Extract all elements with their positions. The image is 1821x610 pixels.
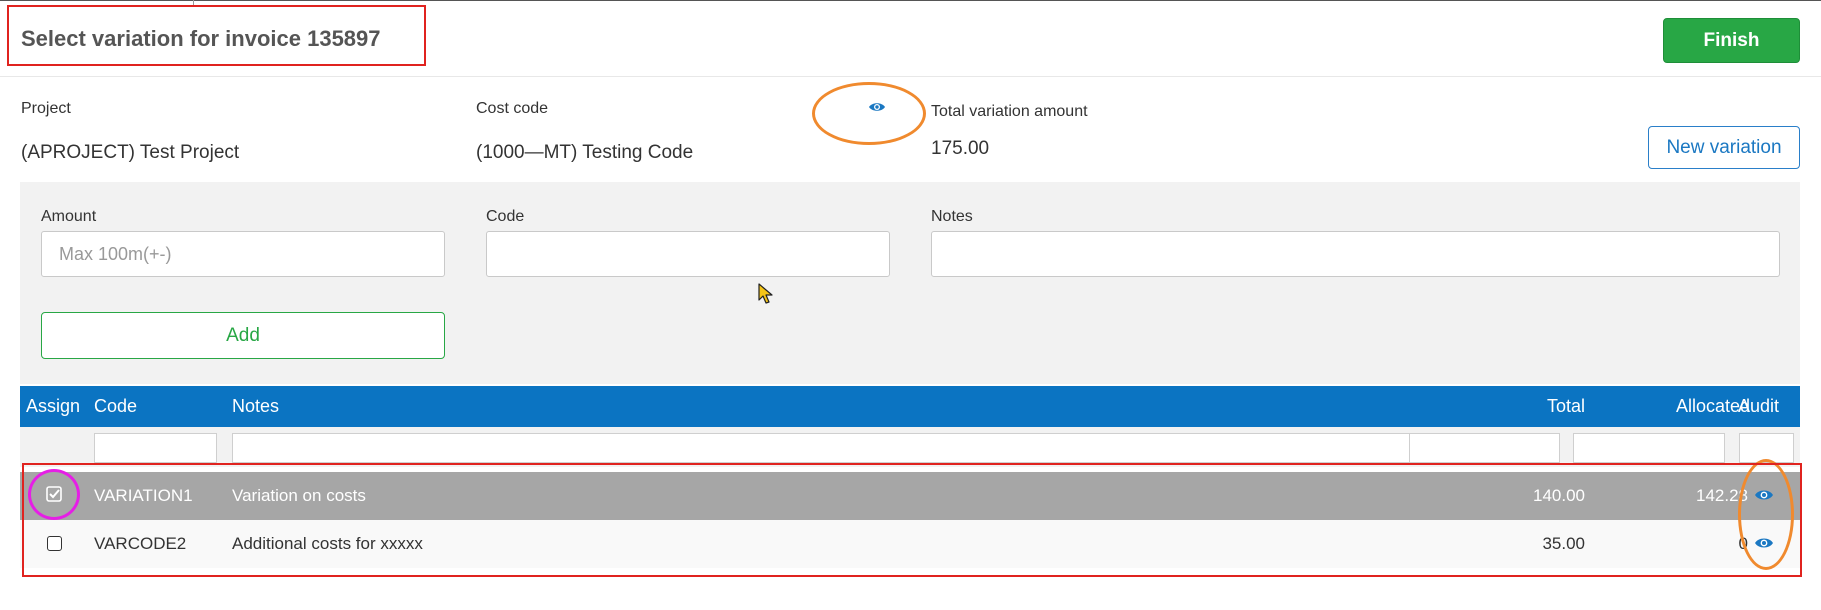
- annotation-oval-eye: [812, 82, 926, 145]
- table-header: Assign Code Notes Total Allocated Audit: [20, 386, 1800, 427]
- code-input[interactable]: [486, 231, 890, 277]
- total-filter-input[interactable]: [1409, 433, 1560, 463]
- finish-button[interactable]: Finish: [1663, 18, 1800, 63]
- notes-input[interactable]: [931, 231, 1780, 277]
- code-filter-input[interactable]: [94, 433, 217, 463]
- new-variation-button[interactable]: New variation: [1648, 126, 1800, 169]
- total-variation-label: Total variation amount: [931, 103, 1088, 120]
- header-divider: [0, 76, 1821, 77]
- column-header-total[interactable]: Total: [1400, 386, 1585, 427]
- allocated-filter-input[interactable]: [1573, 433, 1725, 463]
- column-header-allocated[interactable]: Allocated: [1580, 386, 1750, 427]
- cost-code-value: (1000—MT) Testing Code: [476, 142, 694, 163]
- table-filter-row: [20, 427, 1800, 467]
- column-header-notes[interactable]: Notes: [232, 386, 279, 427]
- project-value: (APROJECT) Test Project: [21, 142, 240, 163]
- notes-filter-input[interactable]: [232, 433, 1414, 463]
- window-top-border: [0, 0, 1821, 1]
- add-button[interactable]: Add: [41, 312, 445, 359]
- annotation-box-title: [7, 5, 426, 66]
- mouse-cursor-icon: [758, 283, 774, 310]
- cost-code-label: Cost code: [476, 100, 549, 117]
- amount-label: Amount: [41, 208, 97, 225]
- column-header-code[interactable]: Code: [94, 386, 137, 427]
- amount-input[interactable]: [41, 231, 445, 277]
- annotation-box-rows: [22, 463, 1802, 577]
- column-header-assign[interactable]: Assign: [26, 386, 80, 427]
- column-header-audit[interactable]: Audit: [1738, 386, 1779, 427]
- project-label: Project: [21, 100, 71, 117]
- code-label: Code: [486, 208, 525, 225]
- notes-label: Notes: [931, 208, 973, 225]
- total-variation-value: 175.00: [931, 138, 990, 159]
